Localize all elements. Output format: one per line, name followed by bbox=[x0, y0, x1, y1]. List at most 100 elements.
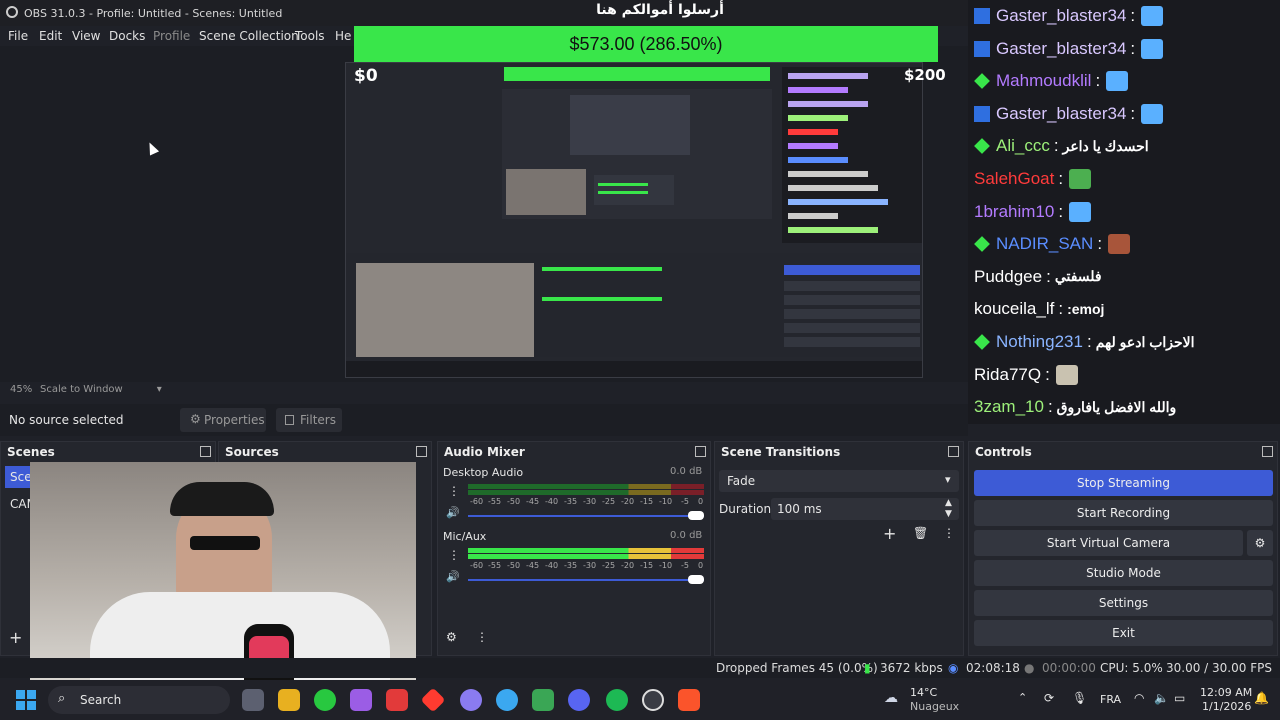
spotify-icon[interactable] bbox=[606, 689, 628, 711]
menu-file[interactable]: File bbox=[8, 29, 28, 43]
volume-handle[interactable] bbox=[688, 575, 704, 584]
speaker-icon[interactable]: 🔊 bbox=[446, 506, 460, 519]
stepper-up-icon[interactable]: ▲ bbox=[945, 498, 952, 508]
chevron-up-icon[interactable]: ⌃ bbox=[1018, 691, 1027, 704]
browser-icon[interactable] bbox=[496, 689, 518, 711]
properties-button[interactable]: ⚙ Properties bbox=[180, 408, 266, 432]
chat-text: الاحزاب ادعو لهم bbox=[1095, 333, 1195, 350]
studio-mode-button[interactable]: Studio Mode bbox=[974, 560, 1273, 586]
battery-icon[interactable]: ▭ bbox=[1174, 691, 1185, 705]
scale-label: Scale to Window bbox=[40, 384, 123, 395]
virtual-camera-settings-icon[interactable]: ⚙ bbox=[1247, 530, 1273, 556]
windows-start-icon[interactable] bbox=[16, 690, 36, 710]
undock-icon[interactable] bbox=[695, 446, 706, 457]
level-meter bbox=[468, 484, 704, 489]
start-recording-button[interactable]: Start Recording bbox=[974, 500, 1273, 526]
task-view-icon[interactable] bbox=[242, 689, 264, 711]
stepper-down-icon[interactable]: ▼ bbox=[945, 509, 952, 519]
add-scene-icon[interactable]: + bbox=[9, 628, 22, 647]
mixer-settings-icon[interactable]: ⚙ bbox=[446, 630, 457, 644]
obs-icon[interactable] bbox=[642, 689, 664, 711]
kebab-menu-icon[interactable]: ⋮ bbox=[448, 484, 460, 498]
add-transition-icon[interactable]: + bbox=[883, 524, 896, 543]
taskbar-search[interactable]: ⌕ Search bbox=[48, 686, 230, 714]
building-emote-icon bbox=[1055, 364, 1078, 385]
chat-message: Gaster_blaster34 : bbox=[968, 33, 1280, 65]
notification-icon[interactable]: 🔔 bbox=[1254, 691, 1269, 705]
nested-donation-bar bbox=[504, 67, 770, 81]
chat-message: Gaster_blaster34 : bbox=[968, 0, 1280, 32]
wings-emote-icon bbox=[1141, 103, 1164, 124]
volume-slider[interactable] bbox=[468, 515, 704, 517]
gear-icon: ⚙ bbox=[190, 412, 201, 426]
audio-mixer-title: Audio Mixer bbox=[444, 445, 525, 459]
clock-date[interactable]: 1/1/2026 bbox=[1202, 700, 1251, 713]
signal-icon: ▮ bbox=[864, 661, 871, 675]
undock-icon[interactable] bbox=[1262, 446, 1273, 457]
chevron-down-icon: ▾ bbox=[156, 384, 162, 395]
diamond-badge-icon bbox=[974, 236, 990, 253]
bitrate: 3672 kbps bbox=[880, 661, 943, 675]
channel-name: Desktop Audio bbox=[443, 466, 524, 479]
microphone-icon[interactable]: 🎙 bbox=[1072, 691, 1087, 705]
app-icon[interactable] bbox=[314, 689, 336, 711]
speaker-icon[interactable]: 🔊 bbox=[446, 570, 460, 583]
menu-view[interactable]: View bbox=[72, 29, 100, 43]
menu-tools[interactable]: Tools bbox=[295, 29, 325, 43]
chat-message: SalehGoat : bbox=[968, 163, 1280, 195]
sources-title: Sources bbox=[225, 445, 279, 459]
chat-app-icon[interactable] bbox=[460, 689, 482, 711]
start-virtual-camera-button[interactable]: Start Virtual Camera bbox=[974, 530, 1243, 556]
undock-icon[interactable] bbox=[948, 446, 959, 457]
kebab-menu-icon[interactable]: ⋮ bbox=[943, 526, 955, 540]
menu-scene-collection[interactable]: Scene Collection bbox=[199, 29, 299, 43]
fps: 30.00 / 30.00 FPS bbox=[1166, 661, 1272, 675]
cloud-icon: ☁ bbox=[884, 690, 898, 706]
clock-time[interactable]: 12:09 AM bbox=[1200, 686, 1252, 699]
app-icon[interactable] bbox=[420, 687, 446, 713]
donation-amount: $573.00 (286.50%) bbox=[569, 34, 723, 54]
scale-select[interactable]: Scale to Window ▾ bbox=[40, 384, 162, 395]
level-meter bbox=[468, 554, 704, 559]
zoom-level: 45% bbox=[10, 384, 33, 395]
language-indicator[interactable]: FRA bbox=[1100, 693, 1121, 706]
app-icon[interactable] bbox=[532, 689, 554, 711]
filter-icon bbox=[285, 415, 294, 425]
file-explorer-icon[interactable] bbox=[278, 689, 300, 711]
volume-handle[interactable] bbox=[688, 511, 704, 520]
filters-button[interactable]: Filters bbox=[276, 408, 342, 432]
chat-message: Nothing231 : الاحزاب ادعو لهم bbox=[968, 326, 1280, 358]
chat-message: Mahmoudklil : bbox=[968, 65, 1280, 97]
undock-icon[interactable] bbox=[200, 446, 211, 457]
mouse-cursor-icon bbox=[144, 140, 160, 156]
undock-icon[interactable] bbox=[416, 446, 427, 457]
sync-icon[interactable]: ⟳ bbox=[1044, 691, 1054, 705]
copilot-icon[interactable] bbox=[350, 689, 372, 711]
exit-button[interactable]: Exit bbox=[974, 620, 1273, 646]
trash-icon[interactable]: 🗑 bbox=[913, 526, 928, 540]
brave-icon[interactable] bbox=[678, 689, 700, 711]
volume-icon[interactable]: 🔈 bbox=[1154, 691, 1169, 705]
menu-help[interactable]: Help bbox=[335, 29, 351, 43]
record-time: 00:00:00 bbox=[1042, 661, 1096, 675]
nested-preview bbox=[502, 89, 772, 219]
meter-scale: -60 -55 -50 -45 -40 -35 -30 -25 -20 -15 -10 -5 0 bbox=[470, 497, 704, 506]
wifi-icon[interactable]: ◠ bbox=[1134, 691, 1144, 705]
menu-profile[interactable]: Profile bbox=[153, 29, 190, 43]
kebab-menu-icon[interactable]: ⋮ bbox=[476, 630, 488, 644]
menu-docks[interactable]: Docks bbox=[109, 29, 145, 43]
nested-docks bbox=[346, 253, 922, 357]
transition-select[interactable]: Fade ▾ bbox=[719, 470, 959, 492]
wings-emote-icon bbox=[1106, 71, 1129, 92]
store-icon[interactable] bbox=[386, 689, 408, 711]
weather-desc: Nuageux bbox=[910, 700, 960, 713]
settings-button[interactable]: Settings bbox=[974, 590, 1273, 616]
duration-input[interactable]: 100 ms ▲ ▼ bbox=[771, 498, 959, 520]
discord-icon[interactable] bbox=[568, 689, 590, 711]
face-emote-icon bbox=[1108, 234, 1131, 255]
menu-edit[interactable]: Edit bbox=[39, 29, 62, 43]
kebab-menu-icon[interactable]: ⋮ bbox=[448, 548, 460, 562]
volume-slider[interactable] bbox=[468, 579, 704, 581]
scenes-title: Scenes bbox=[7, 445, 55, 459]
stop-streaming-button[interactable]: Stop Streaming bbox=[974, 470, 1273, 496]
